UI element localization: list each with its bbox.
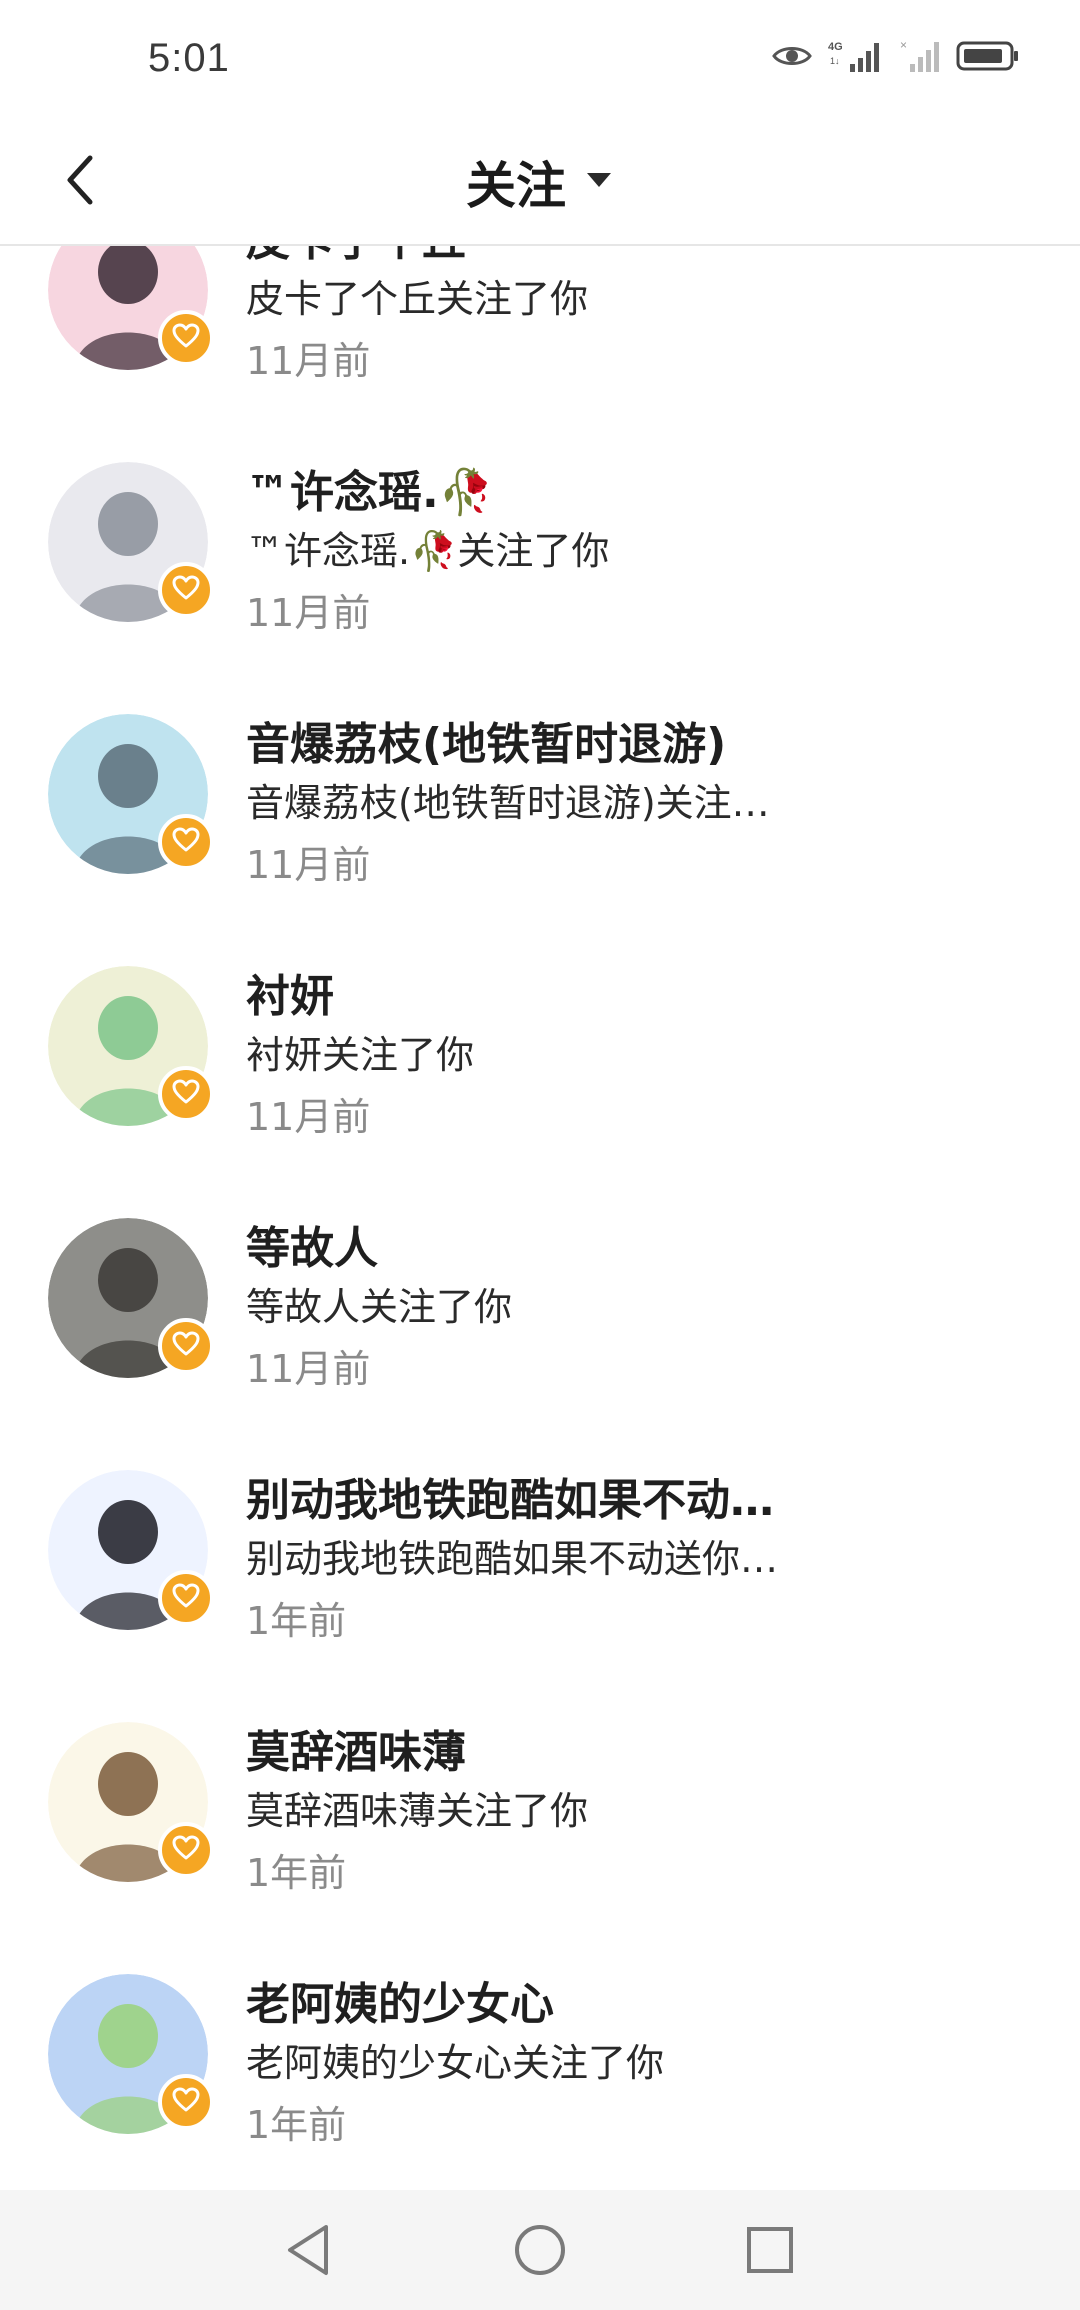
heart-badge: [158, 1570, 214, 1626]
timestamp: 11月前: [246, 843, 371, 887]
heart-icon: [172, 1583, 200, 1613]
notification-text: 音爆荔枝(地铁暂时退游)关注…: [246, 781, 770, 825]
page: 5:01 4G 1↓ × 关注 皮卡了个丘关注了你 11月前 ™许念瑶.🥀 ™许…: [0, 0, 1080, 2310]
svg-text:4G: 4G: [828, 41, 843, 53]
notification-text: 等故人关注了你: [246, 1285, 513, 1329]
heart-icon: [172, 1835, 200, 1865]
nav-home-button[interactable]: [500, 2212, 580, 2292]
notification-list-inner: 皮卡了个丘 皮卡了个丘关注了你 11月前 ™许念瑶.🥀 ™许念瑶.🥀关注了: [0, 244, 1080, 2190]
heart-icon: [172, 827, 200, 857]
back-triangle-icon: [284, 2223, 332, 2281]
notification-item[interactable]: ™许念瑶.🥀 ™许念瑶.🥀关注了你 11月前: [0, 434, 1080, 686]
header: 关注: [0, 120, 1080, 246]
user-name[interactable]: 衬妍: [246, 960, 334, 1024]
timestamp: 11月前: [246, 1347, 371, 1391]
status-icons: 4G 1↓ ×: [772, 38, 1020, 78]
status-time: 5:01: [148, 36, 230, 80]
user-name[interactable]: ™许念瑶.🥀: [246, 456, 494, 520]
signal-4g-icon: 4G 1↓: [828, 38, 884, 78]
home-circle-icon: [513, 2223, 567, 2281]
notification-item[interactable]: 莫辞酒味薄 莫辞酒味薄关注了你 1年前: [0, 1694, 1080, 1946]
notification-text: 皮卡了个丘关注了你: [246, 277, 589, 321]
user-name[interactable]: 莫辞酒味薄: [246, 1716, 466, 1780]
timestamp: 1年前: [246, 2103, 347, 2147]
timestamp: 11月前: [246, 339, 371, 383]
heart-badge: [158, 1066, 214, 1122]
caret-down-icon: [584, 170, 614, 194]
timestamp: 1年前: [246, 1599, 347, 1643]
user-name[interactable]: 老阿姨的少女心: [246, 1968, 554, 2032]
battery-icon: [956, 40, 1020, 76]
nav-back-button[interactable]: [268, 2212, 348, 2292]
heart-badge: [158, 1822, 214, 1878]
notification-text: 莫辞酒味薄关注了你: [246, 1789, 589, 1833]
notification-list[interactable]: 皮卡了个丘 皮卡了个丘关注了你 11月前 ™许念瑶.🥀 ™许念瑶.🥀关注了: [0, 244, 1080, 2190]
heart-icon: [172, 1079, 200, 1109]
notification-item[interactable]: 别动我地铁跑酷如果不动… 别动我地铁跑酷如果不动送你… 1年前: [0, 1442, 1080, 1694]
heart-badge: [158, 562, 214, 618]
recents-square-icon: [745, 2225, 795, 2279]
timestamp: 1年前: [246, 1851, 347, 1895]
notification-text: 老阿姨的少女心关注了你: [246, 2041, 665, 2085]
heart-badge: [158, 310, 214, 366]
svg-text:×: ×: [900, 38, 907, 52]
heart-badge: [158, 2074, 214, 2130]
system-nav-bar: [0, 2190, 1080, 2310]
notification-item[interactable]: 等故人 等故人关注了你 11月前: [0, 1190, 1080, 1442]
user-name[interactable]: 皮卡了个丘: [246, 244, 466, 268]
page-title: 关注: [466, 157, 566, 215]
status-bar: 5:01 4G 1↓ ×: [0, 0, 1080, 120]
heart-icon: [172, 2087, 200, 2117]
user-name[interactable]: 音爆荔枝(地铁暂时退游): [246, 708, 726, 772]
heart-badge: [158, 1318, 214, 1374]
heart-badge: [158, 814, 214, 870]
notification-text: 衬妍关注了你: [246, 1033, 475, 1077]
svg-text:1↓: 1↓: [830, 56, 840, 66]
heart-icon: [172, 575, 200, 605]
heart-icon: [172, 323, 200, 353]
notification-item[interactable]: 老阿姨的少女心 老阿姨的少女心关注了你 1年前: [0, 1946, 1080, 2190]
user-name[interactable]: 别动我地铁跑酷如果不动…: [246, 1464, 774, 1528]
notification-text: ™许念瑶.🥀关注了你: [246, 529, 610, 573]
eye-icon: [772, 42, 812, 74]
user-name[interactable]: 等故人: [246, 1212, 378, 1276]
timestamp: 11月前: [246, 591, 371, 635]
notification-item[interactable]: 音爆荔枝(地铁暂时退游) 音爆荔枝(地铁暂时退游)关注… 11月前: [0, 686, 1080, 938]
signal-no-sim-icon: ×: [900, 38, 940, 78]
notification-item[interactable]: 衬妍 衬妍关注了你 11月前: [0, 938, 1080, 1190]
nav-recents-button[interactable]: [730, 2212, 810, 2292]
heart-icon: [172, 1331, 200, 1361]
timestamp: 11月前: [246, 1095, 371, 1139]
title-dropdown[interactable]: 关注: [0, 138, 1080, 226]
notification-item[interactable]: 皮卡了个丘 皮卡了个丘关注了你 11月前: [0, 244, 1080, 434]
notification-text: 别动我地铁跑酷如果不动送你…: [246, 1537, 779, 1581]
